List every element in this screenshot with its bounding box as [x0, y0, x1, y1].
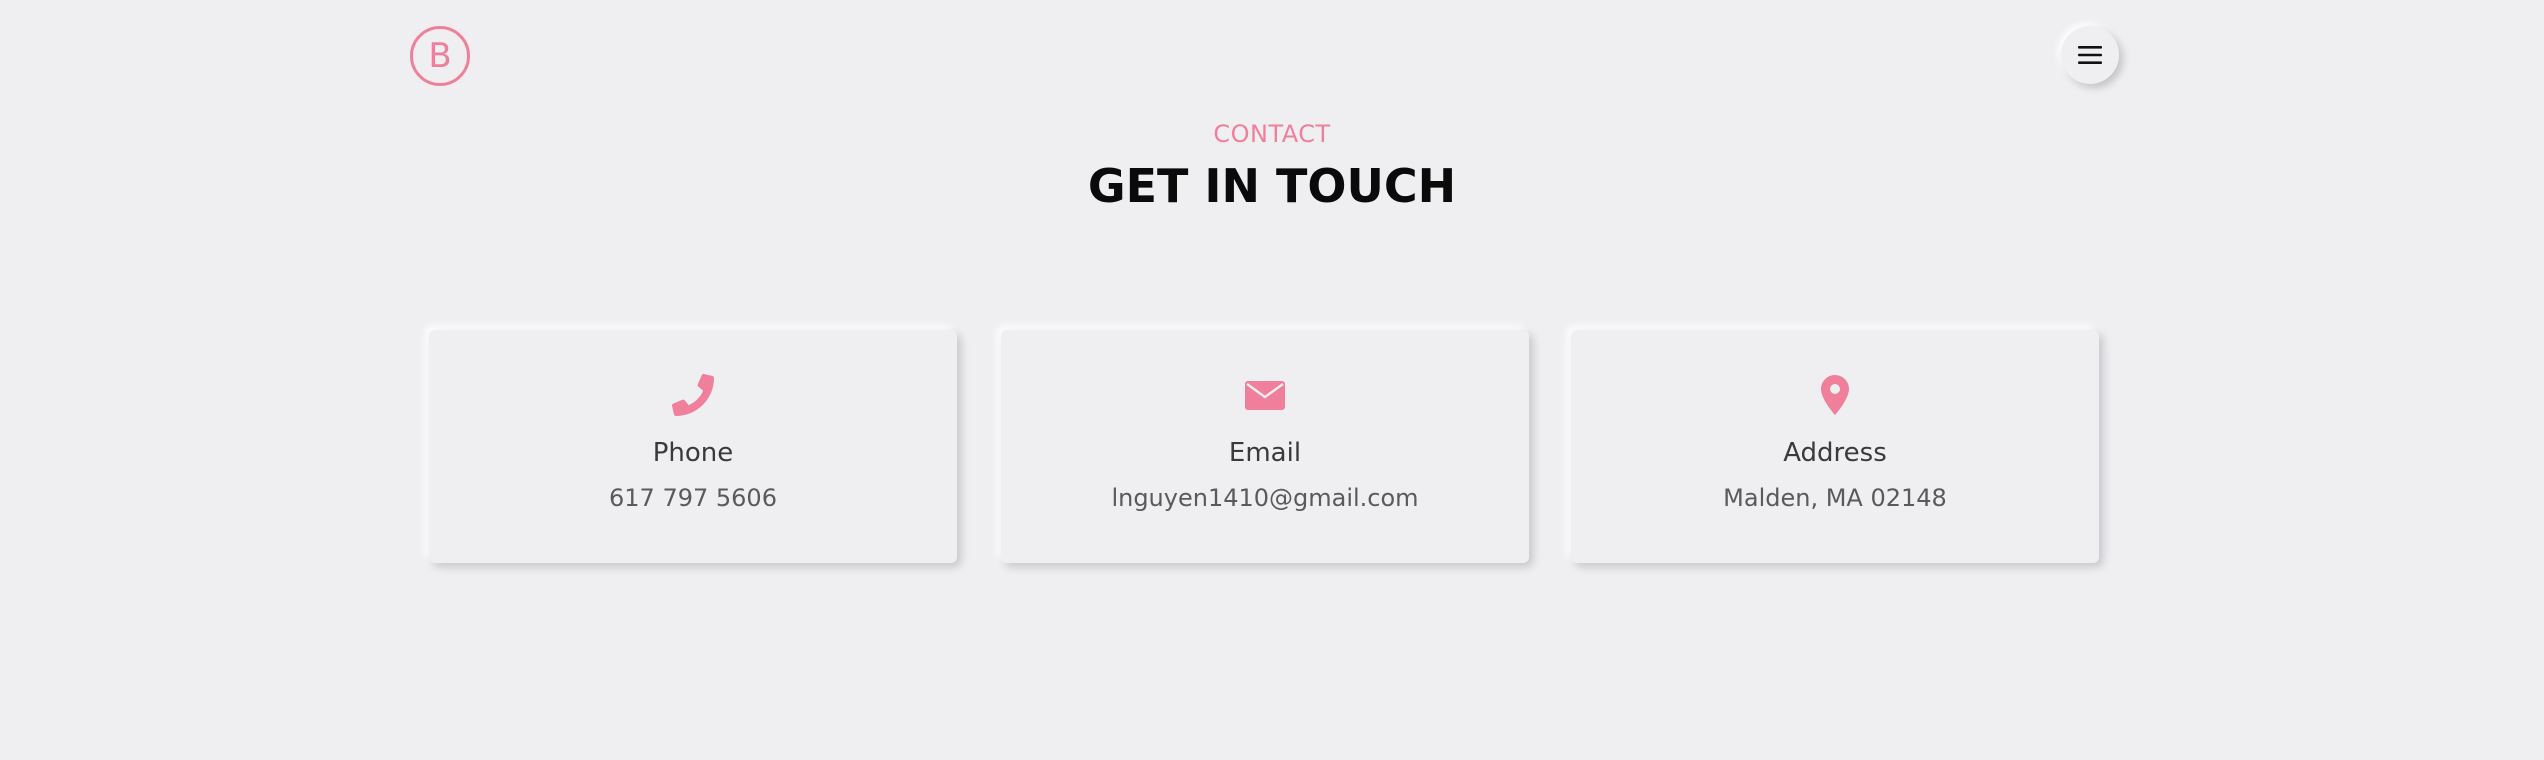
- section-title: GET IN TOUCH: [1087, 159, 1457, 213]
- phone-icon: [429, 372, 957, 418]
- contact-card-address: Address Malden, MA 02148: [1571, 330, 2099, 563]
- hamburger-icon: [2078, 46, 2102, 64]
- contact-page: B CONTACT GET IN TOUCH Phone 617 797 560…: [0, 0, 2544, 760]
- contact-card-phone: Phone 617 797 5606: [429, 330, 957, 563]
- menu-button[interactable]: [2061, 26, 2119, 84]
- card-title: Phone: [652, 438, 734, 468]
- map-pin-icon: [1571, 372, 2099, 418]
- contact-card-email: Email lnguyen1410@gmail.com: [1001, 330, 1529, 563]
- section-label: CONTACT: [1213, 120, 1331, 148]
- card-title: Address: [1783, 438, 1887, 468]
- phone-number[interactable]: 617 797 5606: [429, 482, 957, 514]
- card-title: Email: [1228, 438, 1302, 468]
- email-address[interactable]: lnguyen1410@gmail.com: [1001, 482, 1529, 514]
- envelope-icon: [1001, 372, 1529, 418]
- address-text: Malden, MA 02148: [1723, 484, 1947, 512]
- logo[interactable]: B: [410, 26, 470, 86]
- logo-letter: B: [428, 36, 452, 76]
